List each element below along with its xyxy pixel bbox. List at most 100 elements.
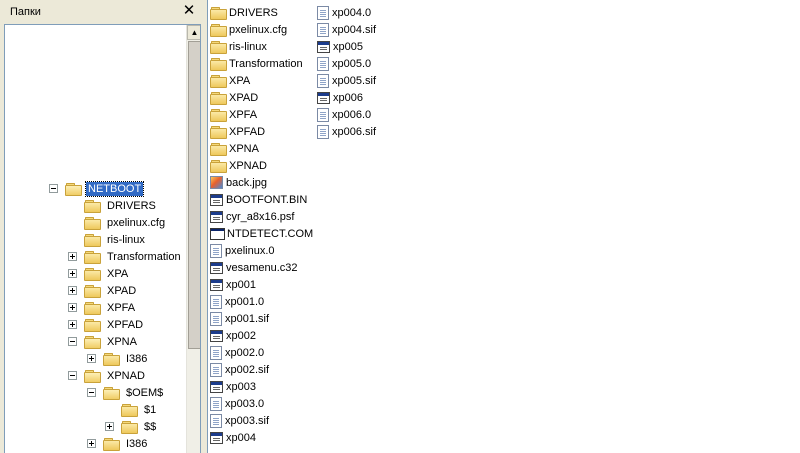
document-file-icon	[317, 22, 329, 37]
file-list-item[interactable]: pxelinux.0	[210, 242, 275, 259]
open-folder-icon	[65, 182, 82, 196]
folder-icon	[210, 108, 227, 122]
executable-file-icon	[210, 278, 223, 291]
file-list-item[interactable]: XPFAD	[210, 123, 265, 140]
collapse-icon[interactable]	[49, 184, 58, 193]
tree-item-label: pxelinux.cfg	[107, 216, 166, 229]
file-list-item[interactable]: xp002.0	[210, 344, 264, 361]
tree-item[interactable]: XPFA	[68, 299, 137, 316]
executable-file-icon	[317, 40, 330, 53]
folder-icon	[210, 74, 227, 88]
file-list-item[interactable]: xp005.sif	[317, 72, 376, 89]
file-list-item[interactable]: xp005.0	[317, 55, 371, 72]
tree-item-label: Transformation	[107, 250, 181, 263]
file-list-item[interactable]: BOOTFONT.BIN	[210, 191, 307, 208]
file-list-item[interactable]: pxelinux.cfg	[210, 21, 287, 38]
file-name: xp002.0	[225, 346, 265, 359]
file-list-item[interactable]: vesamenu.c32	[210, 259, 298, 276]
file-list-item[interactable]: XPAD	[210, 89, 258, 106]
folder-icon	[84, 216, 101, 230]
file-list-item[interactable]: xp001	[210, 276, 256, 293]
file-list-item[interactable]: xp005	[317, 38, 363, 55]
file-list-item[interactable]: XPNA	[210, 140, 259, 157]
file-list-item[interactable]: NTDETECT.COM	[210, 225, 313, 242]
file-list-item[interactable]: back.jpg	[210, 174, 267, 191]
file-name: XPNA	[229, 142, 259, 155]
tree-item[interactable]: DRIVERS	[68, 197, 158, 214]
folder-icon	[210, 159, 227, 173]
collapse-icon[interactable]	[68, 337, 77, 346]
file-list-item[interactable]: xp002.sif	[210, 361, 269, 378]
expand-icon[interactable]	[68, 303, 77, 312]
tree-item-label: DRIVERS	[107, 199, 156, 212]
close-icon[interactable]: ✕	[181, 3, 197, 19]
tree-item[interactable]: I386	[87, 435, 149, 452]
file-list-item[interactable]: Transformation	[210, 55, 303, 72]
tree-item[interactable]: XPNAD	[68, 367, 147, 384]
file-list-item[interactable]: XPFA	[210, 106, 257, 123]
file-name: cyr_a8x16.psf	[226, 210, 295, 223]
tree-item[interactable]: ris-linux	[68, 231, 147, 248]
document-file-icon	[210, 345, 222, 360]
file-list-item[interactable]: xp004	[210, 429, 256, 446]
expand-icon[interactable]	[68, 269, 77, 278]
executable-file-icon	[210, 431, 223, 444]
collapse-icon[interactable]	[68, 371, 77, 380]
file-list-item[interactable]: XPA	[210, 72, 250, 89]
folder-icon	[84, 284, 101, 298]
tree-vertical-scrollbar[interactable]: ▲	[186, 25, 200, 453]
expand-icon[interactable]	[105, 422, 114, 431]
file-list-item[interactable]: cyr_a8x16.psf	[210, 208, 294, 225]
tree-item[interactable]: $1	[105, 401, 158, 418]
file-list-item[interactable]: XPNAD	[210, 157, 267, 174]
file-name: xp003.sif	[225, 414, 270, 427]
file-list-item[interactable]: xp004.0	[317, 4, 371, 21]
tree-item[interactable]: NETBOOT	[49, 180, 145, 197]
collapse-icon[interactable]	[87, 388, 96, 397]
file-list-item[interactable]: xp002	[210, 327, 256, 344]
tree-item-label: XPFA	[107, 301, 136, 314]
tree-item[interactable]: Transformation	[68, 248, 183, 265]
scroll-thumb[interactable]	[188, 41, 200, 349]
file-name: xp005.sif	[332, 74, 377, 87]
executable-file-icon	[210, 261, 223, 274]
file-list-item[interactable]: xp006.sif	[317, 123, 376, 140]
file-list-item[interactable]: DRIVERS	[210, 4, 278, 21]
expand-icon[interactable]	[68, 320, 77, 329]
folder-icon	[84, 318, 101, 332]
document-file-icon	[210, 362, 222, 377]
file-list-item[interactable]: xp006.0	[317, 106, 371, 123]
file-list-item[interactable]: xp003.0	[210, 395, 264, 412]
tree-item[interactable]: XPAD	[68, 282, 138, 299]
file-list-item[interactable]: xp001.0	[210, 293, 264, 310]
tree-item-label: XPFAD	[107, 318, 144, 331]
document-file-icon	[210, 243, 222, 258]
file-list-item[interactable]: xp004.sif	[317, 21, 376, 38]
tree-item[interactable]: XPNA	[68, 333, 139, 350]
file-list-item[interactable]: xp003.sif	[210, 412, 269, 429]
tree-item[interactable]: $OEM$	[87, 384, 165, 401]
file-name: Transformation	[229, 57, 303, 70]
expand-icon[interactable]	[87, 354, 96, 363]
file-list-item[interactable]: xp006	[317, 89, 363, 106]
tree-item[interactable]: $$	[105, 418, 158, 435]
file-name: XPFAD	[229, 125, 266, 138]
expand-icon[interactable]	[68, 252, 77, 261]
file-name: xp005.0	[332, 57, 372, 70]
file-list-item[interactable]: xp001.sif	[210, 310, 269, 327]
tree-item[interactable]: I386	[87, 350, 149, 367]
file-name: pxelinux.0	[225, 244, 275, 257]
folder-icon	[210, 142, 227, 156]
expand-icon[interactable]	[87, 439, 96, 448]
scroll-up-button[interactable]: ▲	[187, 25, 200, 40]
file-name: ris-linux	[229, 40, 267, 53]
tree-item[interactable]: XPFAD	[68, 316, 145, 333]
expand-icon[interactable]	[68, 286, 77, 295]
tree-item[interactable]: pxelinux.cfg	[68, 214, 167, 231]
file-list-item[interactable]: ris-linux	[210, 38, 267, 55]
file-list-item[interactable]: xp003	[210, 378, 256, 395]
file-name: BOOTFONT.BIN	[226, 193, 308, 206]
tree-item[interactable]: XPA	[68, 265, 130, 282]
file-name: xp006	[333, 91, 363, 104]
executable-file-icon	[210, 193, 223, 206]
